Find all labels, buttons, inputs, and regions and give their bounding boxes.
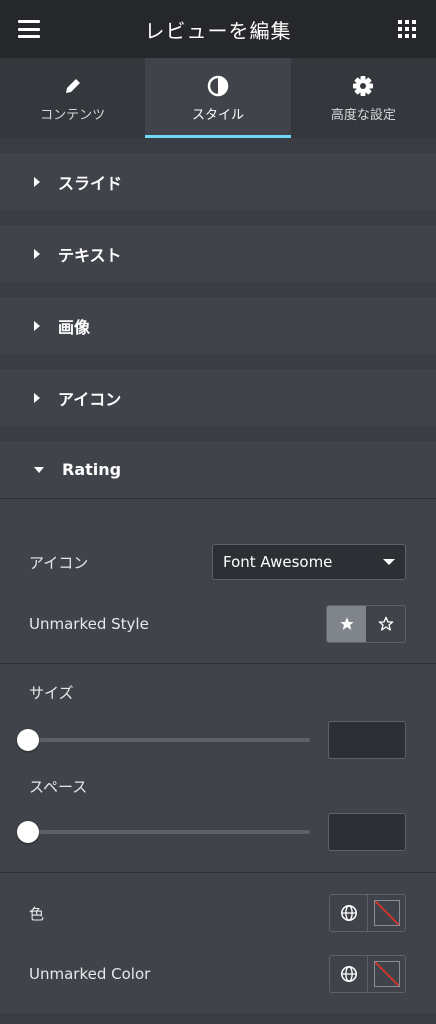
- space-input[interactable]: [328, 813, 406, 851]
- hamburger-icon[interactable]: [18, 20, 40, 38]
- icon-select[interactable]: Font Awesome: [212, 544, 406, 580]
- size-slider[interactable]: [17, 729, 310, 751]
- section-text-label: テキスト: [58, 245, 122, 265]
- globe-icon: [340, 905, 357, 921]
- global-color-button[interactable]: [330, 895, 367, 931]
- caret-right-icon: [34, 248, 40, 259]
- size-input[interactable]: [328, 721, 406, 759]
- section-image[interactable]: 画像: [0, 297, 436, 354]
- sections: スライド テキスト 画像 アイコン Rating アイコン Font Aweso…: [0, 138, 436, 1013]
- space-control: [0, 812, 436, 852]
- caret-right-icon: [34, 392, 40, 403]
- color-picker: [329, 894, 406, 932]
- icon-select-value: Font Awesome: [223, 553, 333, 571]
- tab-advanced-label: 高度な設定: [330, 107, 396, 123]
- dropdown-arrow-icon: [383, 559, 395, 565]
- space-slider[interactable]: [17, 821, 310, 843]
- unmarked-color-control: Unmarked Color: [0, 955, 436, 993]
- caret-right-icon: [34, 320, 40, 331]
- contrast-icon: [207, 74, 229, 98]
- unmarked-color-picker: [329, 955, 406, 993]
- section-icon[interactable]: アイコン: [0, 369, 436, 426]
- slider-thumb[interactable]: [17, 729, 39, 751]
- grid-icon[interactable]: [398, 20, 416, 38]
- outline-star-option[interactable]: [366, 606, 405, 642]
- color-swatch-button[interactable]: [367, 956, 405, 992]
- empty-swatch-icon: [373, 961, 400, 987]
- unmarked-style-toggle: [326, 605, 406, 643]
- tab-content[interactable]: コンテンツ: [0, 58, 145, 138]
- section-slide[interactable]: スライド: [0, 153, 436, 210]
- space-label: スペース: [29, 777, 88, 796]
- tab-style-label: スタイル: [191, 107, 244, 123]
- size-label-row: サイズ: [0, 664, 436, 720]
- tab-content-label: コンテンツ: [40, 107, 106, 123]
- unmarked-style-label: Unmarked Style: [29, 615, 149, 633]
- section-rating[interactable]: Rating: [0, 441, 436, 499]
- tab-advanced[interactable]: 高度な設定: [291, 58, 436, 138]
- caret-down-icon: [34, 466, 44, 473]
- tab-style[interactable]: スタイル: [145, 58, 291, 138]
- color-label: 色: [29, 904, 45, 923]
- pencil-icon: [63, 74, 83, 98]
- unmarked-color-label: Unmarked Color: [29, 965, 151, 983]
- unmarked-style-control: Unmarked Style: [0, 605, 436, 643]
- slider-thumb[interactable]: [17, 821, 39, 843]
- top-bar: レビューを編集: [0, 0, 436, 58]
- slider-track: [28, 830, 310, 834]
- rating-panel: アイコン Font Awesome Unmarked Style サイズ スペー…: [0, 499, 436, 1013]
- section-image-label: 画像: [58, 317, 91, 337]
- tab-bar: コンテンツ スタイル 高度な設定: [0, 58, 436, 138]
- slider-track: [28, 738, 310, 742]
- color-swatch-button[interactable]: [367, 895, 405, 931]
- global-color-button[interactable]: [330, 956, 367, 992]
- section-icon-label: アイコン: [58, 389, 122, 409]
- icon-label: アイコン: [29, 553, 89, 572]
- color-control: 色: [0, 894, 436, 932]
- gear-icon: [352, 74, 374, 98]
- globe-icon: [340, 966, 357, 982]
- section-slide-label: スライド: [58, 173, 123, 193]
- star-solid-icon: [339, 617, 354, 630]
- icon-control: アイコン Font Awesome: [0, 543, 436, 581]
- section-text[interactable]: テキスト: [0, 225, 436, 282]
- section-rating-label: Rating: [62, 460, 122, 479]
- empty-swatch-icon: [373, 900, 400, 926]
- space-label-row: スペース: [0, 760, 436, 812]
- page-title: レビューを編集: [144, 18, 292, 43]
- size-control: [0, 720, 436, 760]
- star-outline-icon: [378, 616, 393, 631]
- caret-right-icon: [34, 176, 40, 187]
- size-label: サイズ: [29, 683, 74, 702]
- solid-star-option[interactable]: [327, 606, 366, 642]
